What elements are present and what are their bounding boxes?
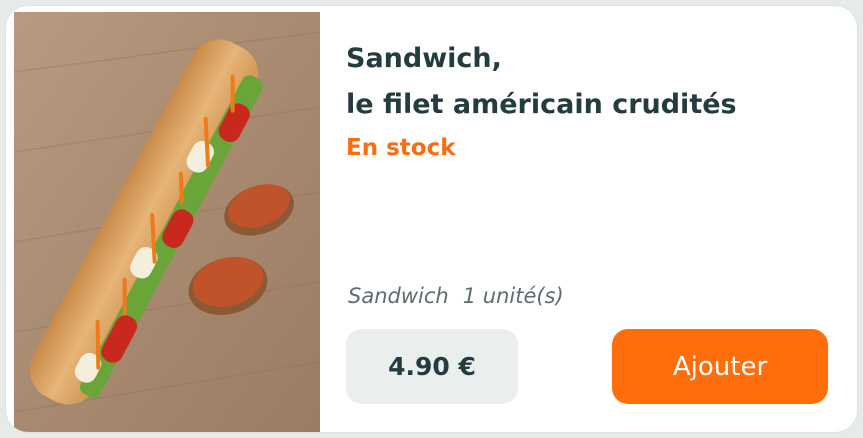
product-unit: 1 unité(s)	[462, 284, 564, 308]
product-title-line2: le filet américain crudités	[346, 89, 737, 120]
product-card[interactable]: Sandwich, le filet américain crudités En…	[6, 6, 857, 432]
product-info: Sandwich, le filet américain crudités En…	[346, 6, 846, 432]
add-button[interactable]: Ajouter	[612, 329, 828, 404]
product-price: 4.90 €	[388, 352, 476, 381]
product-title-line1: Sandwich,	[346, 43, 502, 74]
product-meta: Sandwich 1 unité(s)	[348, 284, 564, 308]
product-image	[14, 12, 320, 432]
product-category: Sandwich	[348, 284, 449, 308]
stock-status: En stock	[346, 135, 456, 161]
price-badge: 4.90 €	[346, 329, 518, 404]
product-title: Sandwich, le filet américain crudités	[346, 36, 826, 128]
